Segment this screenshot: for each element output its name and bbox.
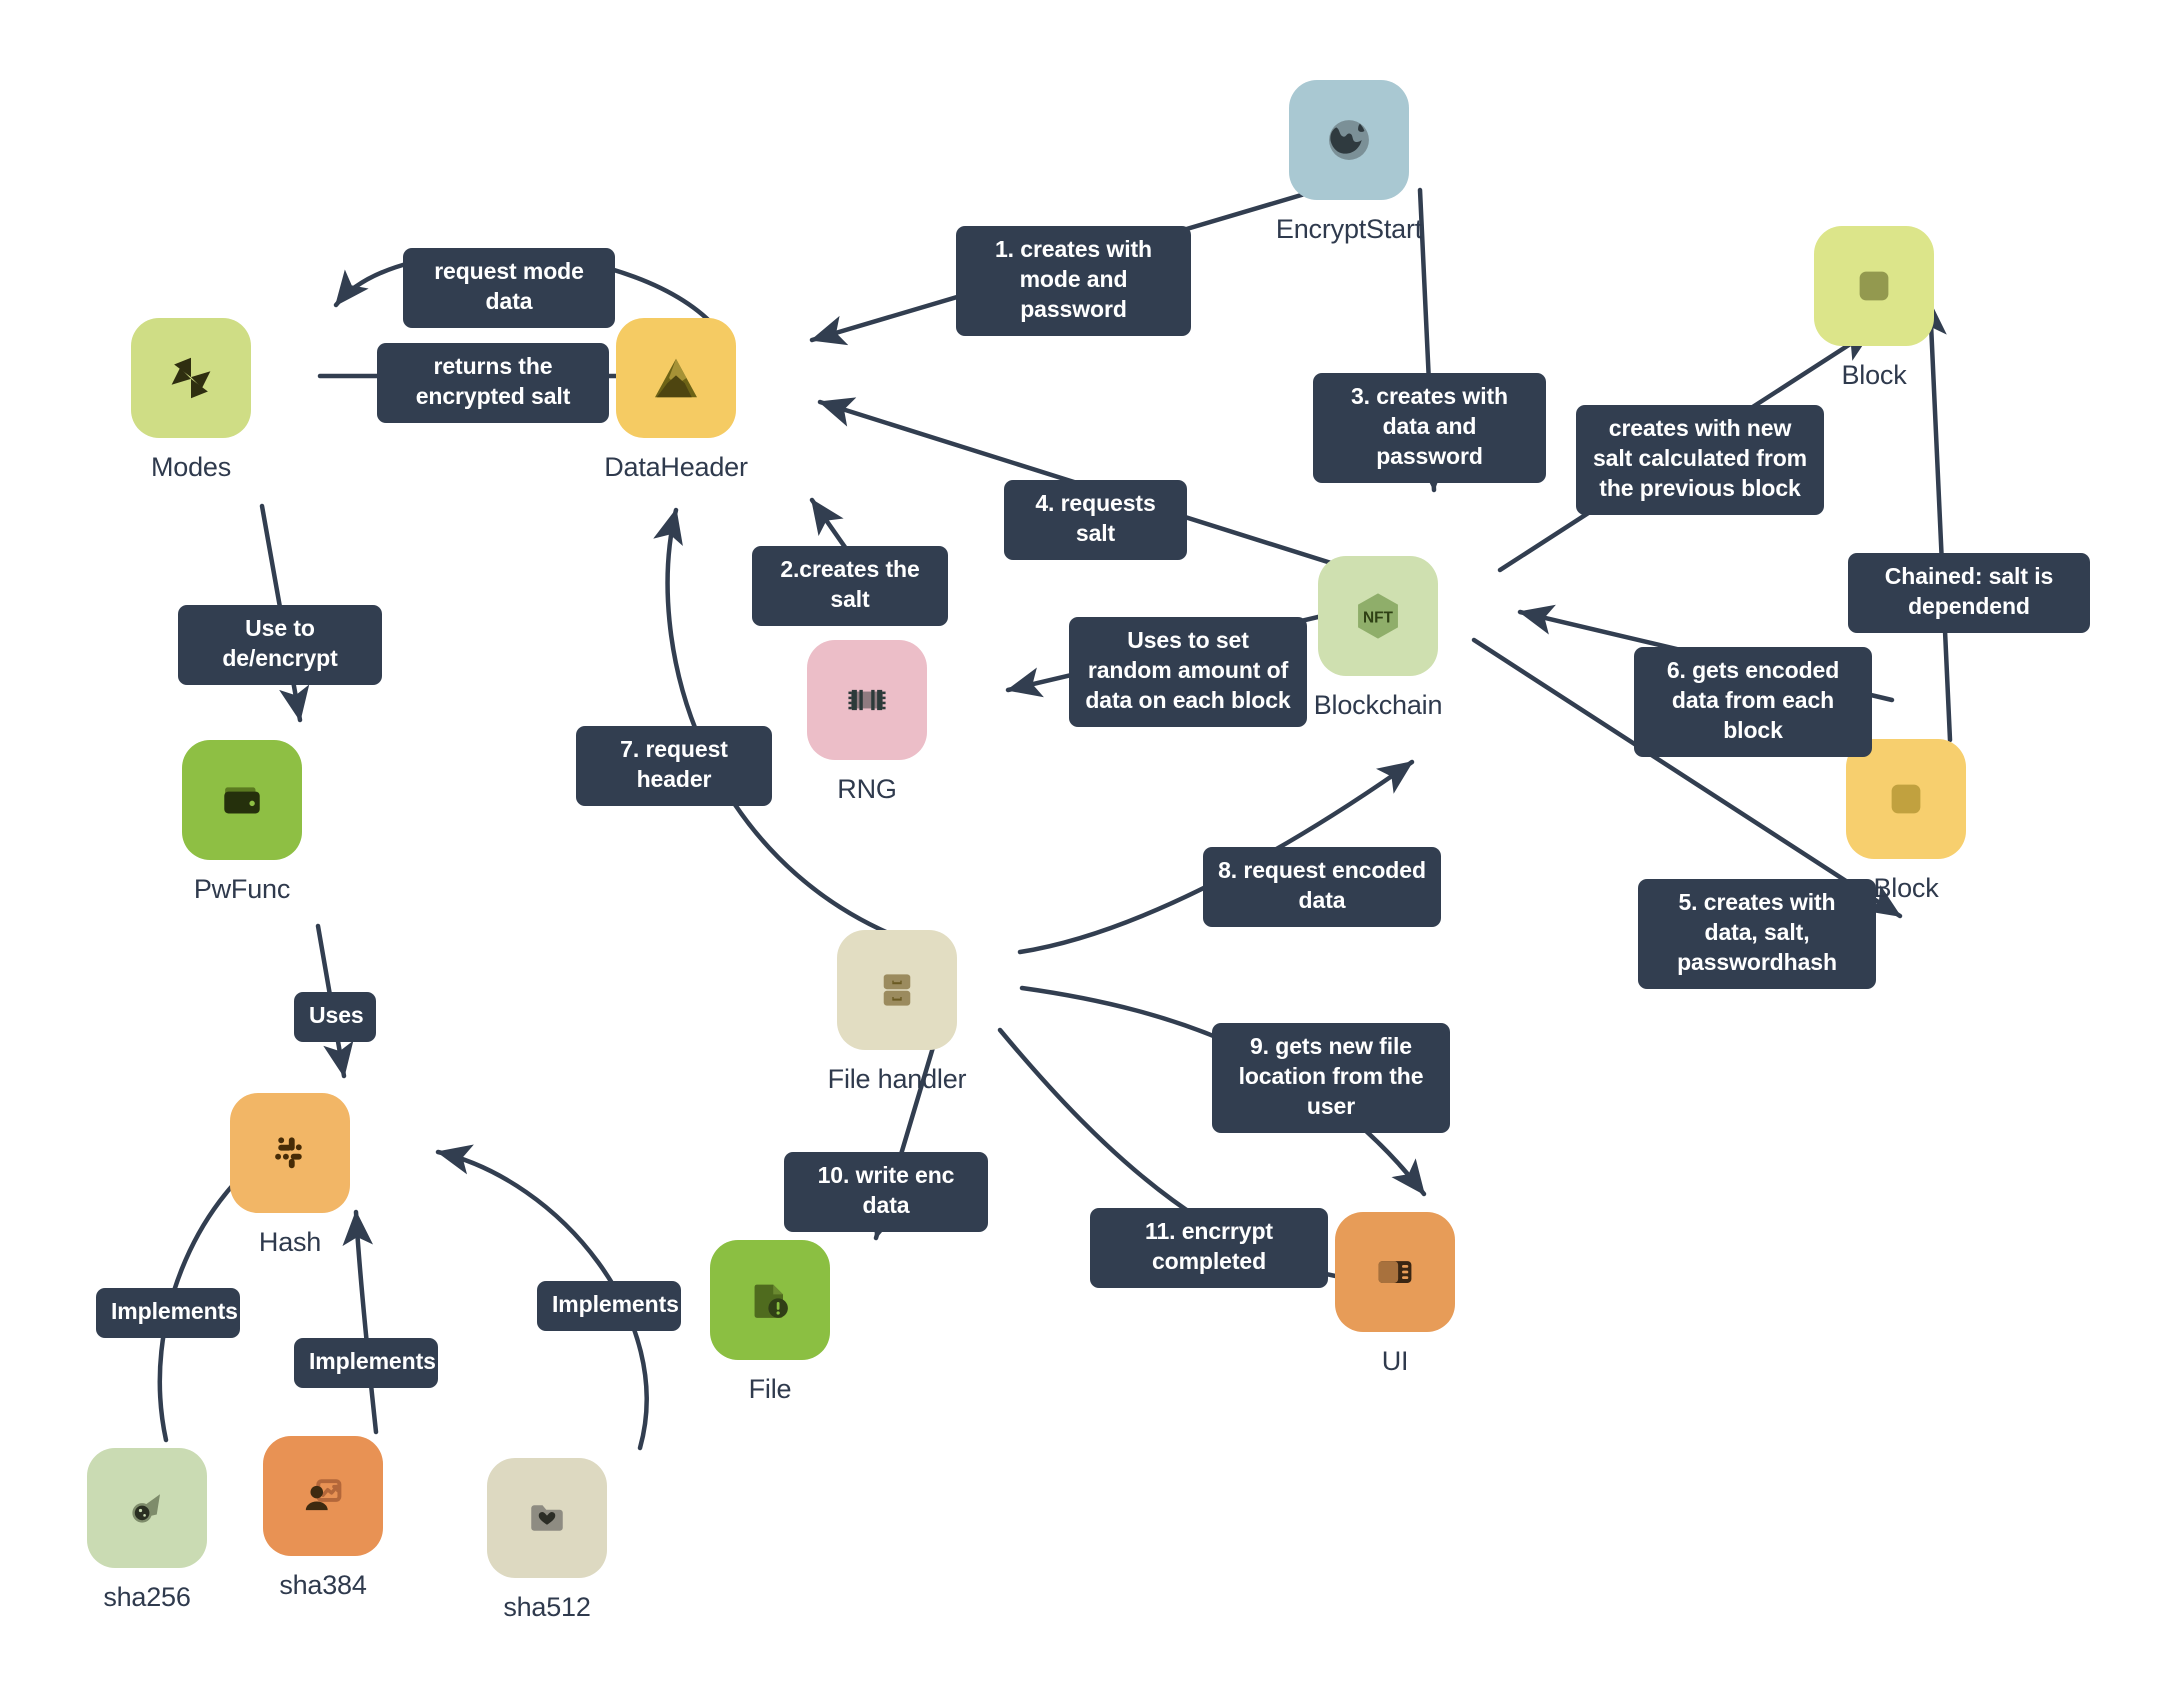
wallet-icon xyxy=(224,787,260,814)
svg-text:NFT: NFT xyxy=(1363,609,1394,626)
node-label: PwFunc xyxy=(193,874,291,904)
node-label: DataHeader xyxy=(604,452,748,482)
node-label: sha512 xyxy=(503,1592,591,1622)
sha256-tile[interactable] xyxy=(87,1448,207,1568)
folder-heart-icon xyxy=(531,1505,563,1531)
edge-sha384-hash xyxy=(342,1209,379,1435)
file-cabinet-icon xyxy=(883,974,911,1006)
edge-label-step-10: 10. write enc data xyxy=(784,1152,988,1232)
edge-label-step-4: 4. requests salt xyxy=(1004,480,1187,560)
edge-label-step-9: 9. gets new file location from the user xyxy=(1212,1023,1450,1133)
presentation-icon xyxy=(305,1479,342,1511)
nft-hexagon-icon: NFT xyxy=(1358,593,1398,639)
node-label: Block xyxy=(1873,873,1939,903)
edge-label-use-to-de-encrypt: Use to de/encrypt xyxy=(178,605,382,685)
blockchain-tile[interactable]: NFT xyxy=(1318,556,1438,676)
mountain-icon xyxy=(655,358,697,398)
edge-label-step-7: 7. request header xyxy=(576,726,772,806)
edge-label-chained-salt: Chained: salt is dependend xyxy=(1848,553,2090,633)
node-label: RNG xyxy=(837,774,897,804)
dataheader-tile[interactable] xyxy=(616,318,736,438)
hash-tile[interactable] xyxy=(230,1093,350,1213)
edge-blockbottom-blocktop xyxy=(1916,299,1953,743)
edge-label-implements-right: Implements xyxy=(537,1281,681,1331)
node-label: sha256 xyxy=(103,1582,191,1612)
globe-icon xyxy=(1329,120,1369,160)
pwfunc-tile[interactable] xyxy=(182,740,302,860)
edge-label-uses: Uses xyxy=(294,992,376,1042)
node-label: Blockchain xyxy=(1313,690,1443,720)
sha384-tile[interactable] xyxy=(263,1436,383,1556)
file-tile[interactable] xyxy=(710,1240,830,1360)
encryptstart-tile[interactable] xyxy=(1289,80,1409,200)
node-label: sha384 xyxy=(279,1570,367,1600)
block-bottom-tile[interactable] xyxy=(1846,739,1966,859)
square-block-icon xyxy=(1891,784,1921,814)
modes-tile[interactable] xyxy=(131,318,251,438)
sidebar-layout-icon xyxy=(1378,1261,1412,1283)
edge-label-uses-random-amount: Uses to set random amount of data on eac… xyxy=(1069,617,1307,727)
edge-label-returns-encrypted: returns the encrypted salt xyxy=(377,343,609,423)
file-alert-icon xyxy=(754,1284,788,1318)
node-label: EncryptStart xyxy=(1275,214,1423,244)
edge-label-step-11: 11. encrrypt completed xyxy=(1090,1208,1328,1288)
edge-label-step-2: 2.creates the salt xyxy=(752,546,948,626)
pinwheel-icon xyxy=(171,357,211,399)
node-label: Block xyxy=(1841,360,1907,390)
rng-tile[interactable] xyxy=(807,640,927,760)
edge-label-step-8: 8. request encoded data xyxy=(1203,847,1441,927)
edge-label-step-6: 6. gets encoded data from each block xyxy=(1634,647,1872,757)
memory-chip-icon xyxy=(848,689,886,711)
diagram-canvas: EncryptStart Modes DataHeader Block NFT … xyxy=(0,0,2172,1708)
node-label: Hash xyxy=(258,1227,322,1257)
edge-label-creates-new-salt: creates with new salt calculated from th… xyxy=(1576,405,1824,515)
sha512-tile[interactable] xyxy=(487,1458,607,1578)
node-label: File xyxy=(748,1374,792,1404)
node-label: File handler xyxy=(827,1064,967,1094)
edge-label-implements-left: Implements xyxy=(96,1288,240,1338)
block-top-tile[interactable] xyxy=(1814,226,1934,346)
edge-label-request-mode-data: request mode data xyxy=(403,248,615,328)
node-label: UI xyxy=(1381,1346,1409,1376)
edge-label-step-5: 5. creates with data, salt, passwordhash xyxy=(1638,879,1876,989)
edge-label-step-1: 1. creates with mode and password xyxy=(956,226,1191,336)
slack-clover-icon xyxy=(275,1137,302,1169)
filehandler-tile[interactable] xyxy=(837,930,957,1050)
edge-label-implements-center: Implements xyxy=(294,1338,438,1388)
ui-tile[interactable] xyxy=(1335,1212,1455,1332)
comet-icon xyxy=(132,1494,160,1523)
node-label: Modes xyxy=(150,452,232,482)
square-block-icon xyxy=(1859,271,1889,301)
edge-label-step-3: 3. creates with data and password xyxy=(1313,373,1546,483)
